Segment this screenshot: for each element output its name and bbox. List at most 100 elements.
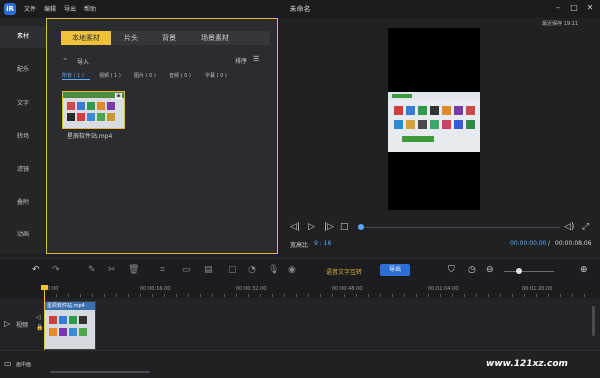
- thumb-block: [87, 102, 95, 110]
- thumb-block: [107, 102, 115, 110]
- clip-block: [79, 316, 87, 324]
- import-button[interactable]: 导入: [77, 57, 89, 66]
- clip-label: 星辰软件站.mp4: [45, 302, 95, 310]
- window-title: 未命名: [289, 5, 311, 13]
- progress-handle[interactable]: [358, 224, 364, 230]
- recent-save-text: 最近保存 19:11: [542, 21, 578, 27]
- thumb-block: [67, 113, 75, 121]
- video-preview[interactable]: [388, 28, 480, 210]
- clip-block: [59, 316, 67, 324]
- voiceover-icon[interactable]: ◉: [288, 265, 296, 275]
- tab-local-media[interactable]: 本地素材: [61, 31, 111, 45]
- zoom-out-icon[interactable]: ⊖: [486, 265, 494, 275]
- crop-icon[interactable]: ⌗: [160, 265, 165, 275]
- marker-icon[interactable]: ⛉: [448, 265, 455, 275]
- delete-icon[interactable]: 🗑: [128, 265, 139, 275]
- previous-frame-icon[interactable]: ◁|: [290, 222, 300, 232]
- close-icon[interactable]: ✕: [585, 3, 595, 13]
- filter-image[interactable]: 图片 ( 0 ): [134, 72, 156, 79]
- playhead-handle[interactable]: [41, 285, 48, 290]
- fullscreen-icon[interactable]: ⤢: [582, 222, 589, 232]
- watermark-text: www.121xz.com: [486, 359, 568, 369]
- thumb-block: [77, 102, 85, 110]
- crop-frame-icon[interactable]: ▭: [182, 265, 191, 275]
- track-lock-icon[interactable]: 🔒: [36, 324, 43, 331]
- stop-icon[interactable]: □: [340, 222, 349, 232]
- playhead[interactable]: [44, 288, 45, 350]
- zoom-slider-handle[interactable]: [516, 268, 522, 274]
- speed-icon[interactable]: ◔: [248, 265, 256, 275]
- nav-item-media[interactable]: 素材: [0, 26, 46, 48]
- thumb-block: [87, 113, 95, 121]
- zoom-slider-track[interactable]: [504, 271, 554, 272]
- filter-all[interactable]: 所有 ( 1 ): [62, 72, 84, 79]
- filter-subtitle[interactable]: 字幕 ( 0 ): [205, 72, 227, 79]
- nav-item-transition[interactable]: 转场: [0, 131, 46, 140]
- thumb-block: [77, 113, 85, 121]
- filter-underline: [62, 79, 90, 80]
- timeline-ruler[interactable]: 00:00 00:00:16.00 00:00:32.00 00:00:48.0…: [0, 282, 600, 298]
- frame-block: [394, 106, 403, 115]
- frame-block: [466, 106, 475, 115]
- scissors-icon[interactable]: ✂: [108, 265, 116, 275]
- title-bar: iR 文件 编辑 导出 帮助 未命名 – □ ✕: [0, 0, 600, 18]
- aspect-ratio-label: 宽高比: [290, 242, 309, 249]
- pip-track: ▭ 画中画 www.121xz.com: [0, 351, 600, 378]
- ruler-tick: 00:01:20.00: [522, 286, 553, 292]
- track-volume-icon[interactable]: ◁: [36, 314, 41, 321]
- clip-block: [69, 316, 77, 324]
- nav-item-filter[interactable]: 滤镜: [0, 164, 46, 173]
- thumb-block: [97, 102, 105, 110]
- tab-intro[interactable]: 片头: [113, 31, 149, 45]
- zoom-in-icon[interactable]: ⊕: [580, 265, 588, 275]
- frame-banner: [402, 136, 434, 142]
- speech-to-text-button[interactable]: 语音文字互转: [326, 267, 362, 276]
- video-track: ▷ 视频 ◁ 🔒 星辰软件站.mp4: [0, 298, 600, 351]
- import-icon[interactable]: ⌁: [63, 55, 67, 63]
- next-frame-icon[interactable]: |▷: [324, 222, 334, 232]
- video-track-label: 视频: [16, 322, 29, 329]
- sort-list-icon[interactable]: ☰: [253, 55, 259, 63]
- clip-block: [79, 328, 87, 336]
- video-track-icon: ▷: [4, 319, 11, 328]
- screen-icon[interactable]: ▢: [228, 265, 237, 275]
- tab-background[interactable]: 背景: [151, 31, 187, 45]
- frame-block: [406, 106, 415, 115]
- nav-item-overlay[interactable]: 叠附: [0, 197, 46, 206]
- export-button[interactable]: 导出: [380, 264, 410, 276]
- ruler-tick: 00:01:04.00: [428, 286, 459, 292]
- aspect-ratio-value[interactable]: 9 : 16: [314, 240, 331, 247]
- frame-block: [442, 120, 451, 129]
- volume-icon[interactable]: ◁): [564, 222, 574, 232]
- filter-video[interactable]: 视频 ( 1 ): [99, 72, 121, 79]
- media-thumbnail[interactable]: ▣: [62, 91, 125, 129]
- microphone-icon[interactable]: 🎙: [268, 265, 279, 275]
- video-clip[interactable]: 星辰软件站.mp4: [44, 301, 96, 350]
- nav-item-text[interactable]: 文字: [0, 98, 46, 107]
- redo-icon[interactable]: ↷: [52, 265, 60, 275]
- progress-track[interactable]: [360, 227, 560, 228]
- clock-icon[interactable]: ◷: [468, 265, 476, 275]
- pip-track-label: 画中画: [16, 362, 32, 368]
- filter-audio[interactable]: 音频 ( 0 ): [169, 72, 191, 79]
- current-time: 00:00:00.00: [510, 240, 547, 247]
- nav-item-music[interactable]: 配乐: [0, 64, 46, 73]
- film-icon[interactable]: ▤: [204, 265, 213, 275]
- horizontal-scrollbar[interactable]: [50, 371, 150, 373]
- thumb-block: [67, 102, 75, 110]
- pencil-icon[interactable]: ✎: [88, 265, 96, 275]
- vertical-scrollbar[interactable]: [592, 306, 595, 336]
- frame-block: [406, 120, 415, 129]
- undo-icon[interactable]: ↶: [32, 265, 40, 275]
- frame-block: [454, 120, 463, 129]
- media-library-panel: 本地素材 片头 背景 场景素材 ⌁ 导入 排序 ☰ 所有 ( 1 ) 视频 ( …: [46, 18, 278, 254]
- pip-track-icon: ▭: [4, 359, 12, 368]
- preview-panel: 最近保存 19:11 ◁| ▷ |▷ □ ◁) ⤢ 宽高比 9 : 16 00:…: [280, 18, 600, 254]
- sort-button[interactable]: 排序: [235, 56, 247, 65]
- video-frame-image: [388, 92, 480, 152]
- minimize-icon[interactable]: –: [553, 3, 563, 13]
- tab-scene-media[interactable]: 场景素材: [189, 31, 241, 45]
- maximize-icon[interactable]: □: [569, 3, 579, 13]
- play-icon[interactable]: ▷: [308, 222, 315, 232]
- nav-item-animation[interactable]: 动画: [0, 229, 46, 238]
